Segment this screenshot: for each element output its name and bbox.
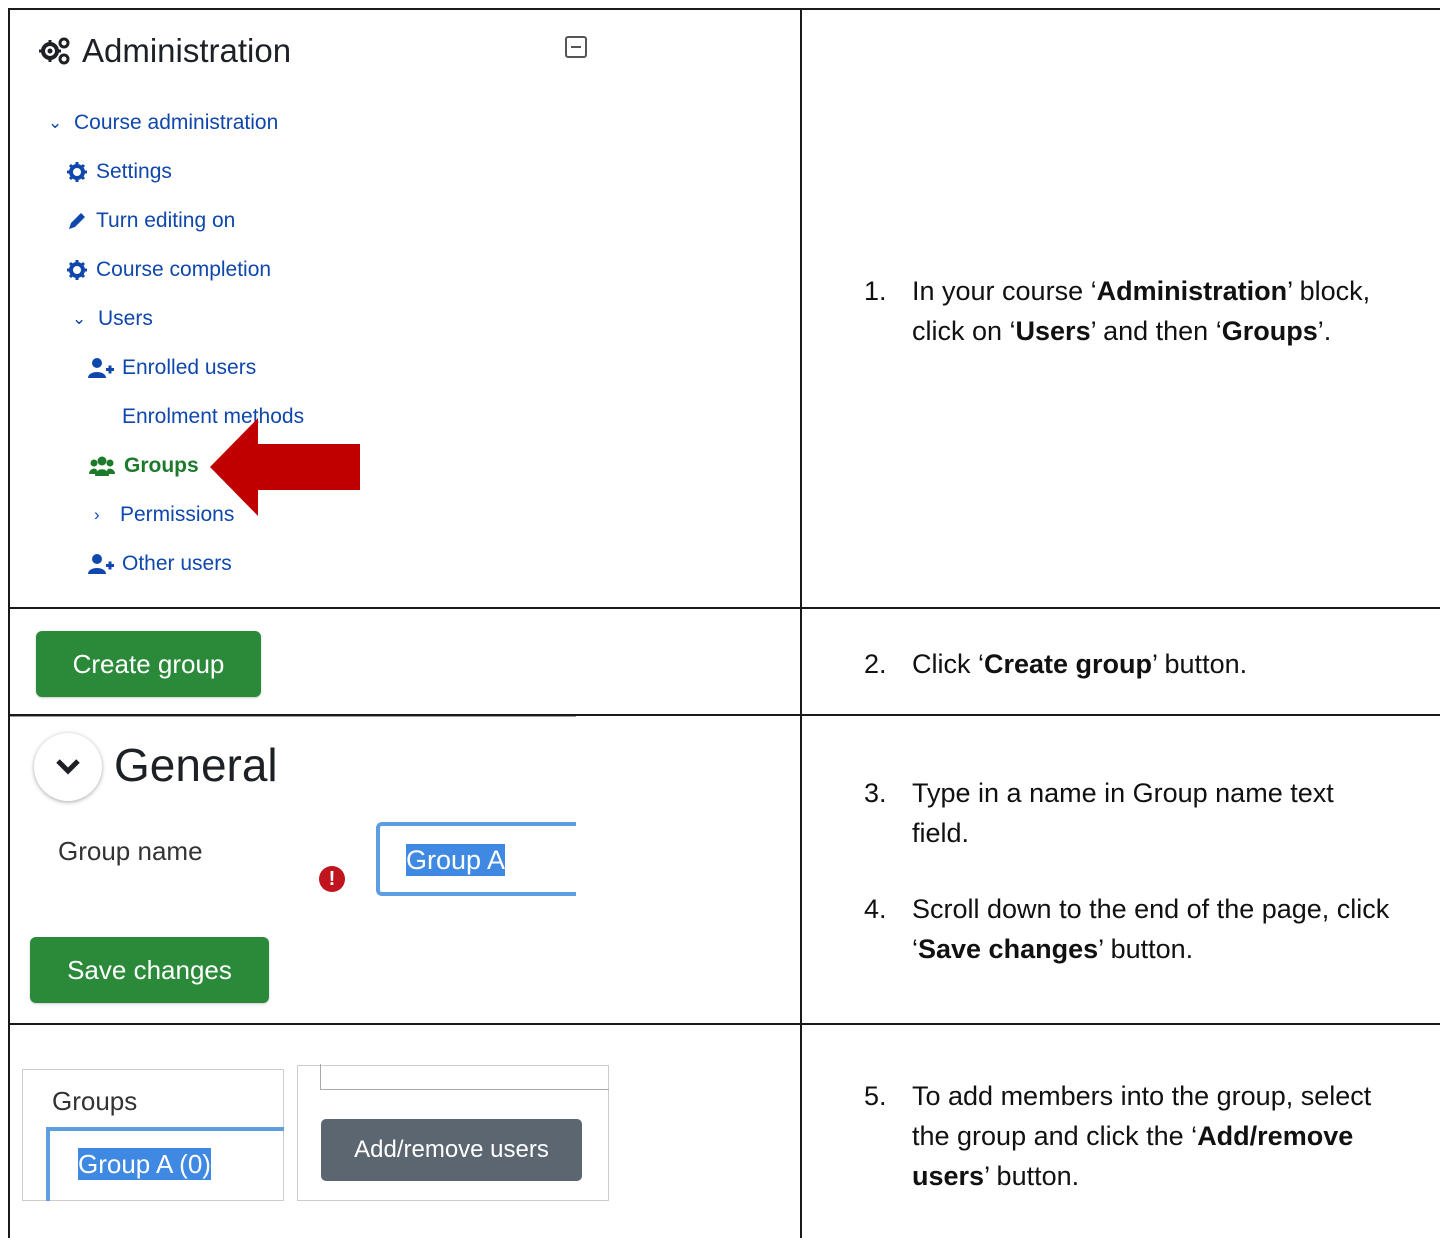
cogs-icon xyxy=(39,37,70,65)
users-icon xyxy=(89,456,115,476)
step-5-bold-add-remove: Add/remove xyxy=(1197,1121,1354,1151)
step-3-line2: field. xyxy=(912,818,970,848)
nav-turn-editing-on[interactable]: Turn editing on xyxy=(66,209,235,233)
step-2-bold-create-group: Create group xyxy=(984,649,1153,679)
step-2: 2. Click ‘Create group’ button. xyxy=(864,644,1434,686)
step-4-line1: Scroll down to the end of the page, clic… xyxy=(912,894,1390,924)
group-name-value: Group A xyxy=(406,844,506,876)
nav-other-users[interactable]: Other users xyxy=(88,552,232,576)
gear-icon xyxy=(67,260,87,280)
general-section-title: General xyxy=(114,739,278,791)
nav-groups-label: Groups xyxy=(124,454,199,477)
step-3-line1: Type in a name in Group name text xyxy=(912,778,1334,808)
nav-settings[interactable]: Settings xyxy=(66,160,172,184)
step-1-pre: In your course ‘ xyxy=(912,276,1097,306)
chevron-down-icon: ⌄ xyxy=(72,309,87,328)
step-1-line2-mid: ’ and then ‘ xyxy=(1090,316,1222,346)
group-list-item-selected[interactable]: Group A (0) xyxy=(78,1148,211,1180)
nav-course-completion-label: Course completion xyxy=(96,258,272,281)
step-5-number: 5. xyxy=(864,1081,887,1111)
administration-title: Administration xyxy=(38,32,291,70)
step-5-line1: To add members into the group, select xyxy=(912,1081,1372,1111)
nav-users[interactable]: ⌄ Users xyxy=(72,307,153,331)
step-1-bold-administration: Administration xyxy=(1096,276,1288,306)
step-3-number: 3. xyxy=(864,778,887,808)
step-1-bold-users: Users xyxy=(1015,316,1091,346)
required-icon: ! xyxy=(319,866,345,892)
group-name-label: Group name xyxy=(58,836,203,866)
step-2-number: 2. xyxy=(864,649,887,679)
step-4-bold-save-changes: Save changes xyxy=(918,934,1099,964)
step-2-pre: Click ‘ xyxy=(912,649,984,679)
members-listbox-edge xyxy=(320,1064,609,1090)
table-column-divider xyxy=(800,8,802,1238)
user-plus-icon xyxy=(88,554,114,574)
nav-users-label: Users xyxy=(98,307,153,330)
chevron-right-icon: › xyxy=(94,505,100,524)
nav-enrolled-users-label: Enrolled users xyxy=(122,356,257,379)
create-group-button[interactable]: Create group xyxy=(36,631,261,697)
nav-settings-label: Settings xyxy=(96,160,172,183)
nav-course-administration-label: Course administration xyxy=(74,111,279,134)
nav-course-completion[interactable]: Course completion xyxy=(66,258,271,282)
save-changes-button[interactable]: Save changes xyxy=(30,937,269,1003)
user-plus-icon xyxy=(88,358,114,378)
step-5-bold-users: users xyxy=(912,1161,985,1191)
table-row-divider-1 xyxy=(8,607,1440,609)
gear-icon xyxy=(67,162,87,182)
step-2-end: ’ button. xyxy=(1152,649,1248,679)
step-1-line2-pre: click on ‘ xyxy=(912,316,1016,346)
chevron-down-icon[interactable] xyxy=(34,733,102,801)
chevron-down-icon: ⌄ xyxy=(48,113,63,132)
step-1: 1. In your course ‘Administration’ block… xyxy=(864,271,1434,355)
table-border-top xyxy=(8,8,1440,10)
step-4: 4. Scroll down to the end of the page, c… xyxy=(864,889,1440,973)
pencil-icon xyxy=(69,213,85,229)
step-1-mid: ’ block, xyxy=(1287,276,1371,306)
step-5: 5. To add members into the group, select… xyxy=(864,1076,1434,1202)
add-remove-users-button[interactable]: Add/remove users xyxy=(321,1119,582,1181)
step-4-number: 4. xyxy=(864,894,887,924)
table-border-left xyxy=(8,8,10,1238)
red-arrow-pointer xyxy=(210,418,360,516)
nav-other-users-label: Other users xyxy=(122,552,232,575)
step-1-line2-end: ’. xyxy=(1317,316,1332,346)
step-1-bold-groups: Groups xyxy=(1221,316,1318,346)
collapse-block-icon[interactable] xyxy=(565,36,587,58)
nav-groups[interactable]: Groups xyxy=(88,454,199,478)
step-4-line2-end: ’ button. xyxy=(1098,934,1194,964)
table-row-divider-3 xyxy=(8,1023,1440,1025)
step-5-line3-end: ’ button. xyxy=(984,1161,1080,1191)
nav-course-administration[interactable]: ⌄ Course administration xyxy=(48,111,278,135)
nav-enrolled-users[interactable]: Enrolled users xyxy=(88,356,256,380)
step-5-line2-pre: the group and click the ‘ xyxy=(912,1121,1198,1151)
step-3: 3. Type in a name in Group name text fie… xyxy=(864,773,1434,857)
step-1-number: 1. xyxy=(864,276,887,306)
groups-panel-label: Groups xyxy=(52,1086,138,1116)
administration-title-text: Administration xyxy=(82,32,292,69)
screenshot-edge-line xyxy=(10,716,576,717)
nav-turn-editing-on-label: Turn editing on xyxy=(96,209,236,232)
